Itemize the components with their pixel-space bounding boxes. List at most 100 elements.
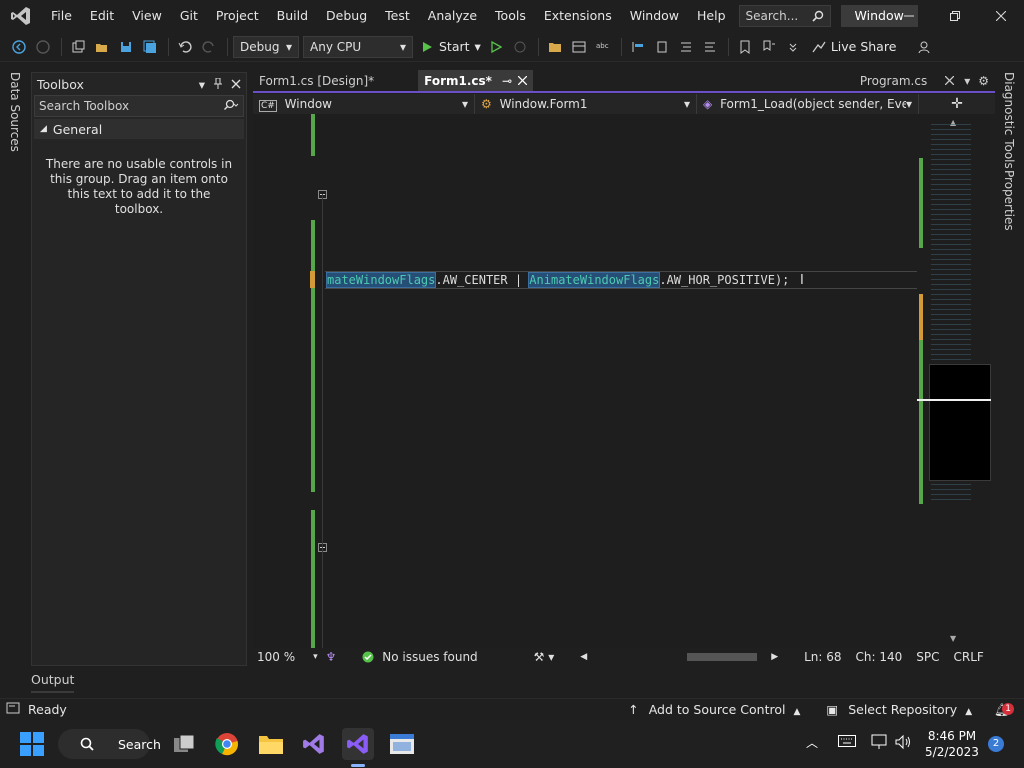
hot-reload-button[interactable] (509, 36, 531, 58)
task-view-button[interactable] (168, 728, 200, 760)
zoom-level[interactable]: 100 % (257, 650, 295, 664)
close-tab-icon[interactable] (944, 74, 955, 88)
tab-form1-design[interactable]: Form1.cs [Design]* (253, 70, 380, 91)
solution-configuration-dropdown[interactable]: Debug ▾ (233, 35, 299, 58)
pin-tab-icon[interactable]: ⊸ (502, 74, 512, 88)
tab-list-dropdown-icon[interactable]: ▾ (964, 74, 970, 88)
app-window-taskbar-button[interactable] (386, 728, 418, 760)
character-position[interactable]: Ch: 140 (856, 650, 903, 664)
project-dropdown[interactable]: C# Window ▾ (253, 94, 475, 114)
new-project-button[interactable] (67, 36, 89, 58)
vertical-scrollbar-minimap[interactable]: ▲ ▼ (917, 114, 991, 648)
class-dropdown[interactable]: ⚙ Window.Form1 ▾ (475, 94, 697, 114)
close-icon[interactable] (231, 77, 241, 92)
code-editor[interactable]: mateWindowFlags.AW_CENTER | AnimateWindo… (253, 114, 917, 648)
code-line[interactable]: mateWindowFlags.AW_CENTER | AnimateWindo… (325, 271, 917, 289)
add-to-source-control-button[interactable]: ↑ Add to Source Control ▲ (628, 702, 800, 717)
undo-button[interactable] (174, 36, 196, 58)
menu-debug[interactable]: Debug (317, 0, 376, 32)
open-file-button[interactable] (91, 36, 113, 58)
menu-analyze[interactable]: Analyze (419, 0, 486, 32)
chevron-down-icon[interactable]: ▾ (313, 652, 318, 662)
notification-center-badge[interactable]: 2 (988, 736, 1004, 752)
minimap-viewport[interactable] (929, 364, 991, 481)
layout-button[interactable] (568, 36, 590, 58)
notifications-button[interactable]: 🔔︎ 1 (994, 702, 1015, 718)
line-number[interactable]: Ln: 68 (804, 650, 841, 664)
split-window-icon[interactable]: ✛ (919, 96, 995, 112)
toolbox-search-input[interactable]: Search Toolbox (34, 95, 244, 117)
file-explorer-taskbar-button[interactable] (255, 728, 287, 760)
save-all-button[interactable] (139, 36, 161, 58)
visual-studio-logo-icon[interactable] (0, 0, 42, 32)
code-cleanup-icon[interactable]: ⚒ ▾ (534, 650, 555, 664)
uncomment-button[interactable] (699, 36, 721, 58)
menu-view[interactable]: View (123, 0, 171, 32)
tab-program-cs[interactable]: Program.cs ▾ ⚙ (854, 70, 995, 91)
visual-studio-code-taskbar-button[interactable] (298, 728, 330, 760)
left-tool-strip: Data Sources (0, 62, 30, 696)
save-button[interactable] (115, 36, 137, 58)
output-tab[interactable]: Output (31, 672, 75, 693)
menu-help[interactable]: Help (688, 0, 735, 32)
menu-build[interactable]: Build (268, 0, 317, 32)
bracket-button[interactable] (651, 36, 673, 58)
gear-icon[interactable]: ⚙ (978, 74, 989, 88)
scroll-left-icon[interactable]: ◀ (580, 652, 587, 662)
redo-button[interactable] (198, 36, 220, 58)
member-dropdown[interactable]: ◈ Form1_Load(object sender, EventA ▾ (697, 94, 919, 114)
start-debugging-button[interactable]: Start ▾ (417, 36, 485, 58)
live-share-button[interactable]: Live Share (812, 39, 896, 54)
close-button[interactable] (978, 0, 1024, 32)
chevron-up-icon[interactable]: ︿ (806, 734, 818, 751)
feedback-button[interactable] (914, 36, 936, 58)
bookmark-list-button[interactable] (758, 36, 780, 58)
bookmark-button[interactable] (734, 36, 756, 58)
maximize-button[interactable] (932, 0, 978, 32)
whitespace-mode[interactable]: SPC (916, 650, 939, 664)
menu-file[interactable]: File (42, 0, 81, 32)
taskbar-search-button[interactable]: Search (58, 729, 161, 759)
close-tab-icon[interactable] (517, 74, 528, 88)
comment-button[interactable] (675, 36, 697, 58)
keyboard-icon[interactable] (838, 734, 856, 751)
volume-icon[interactable] (895, 734, 913, 753)
menu-git[interactable]: Git (171, 0, 207, 32)
data-sources-tab[interactable]: Data Sources (8, 72, 22, 152)
menu-edit[interactable]: Edit (81, 0, 123, 32)
visual-studio-taskbar-button[interactable] (342, 728, 374, 760)
menu-project[interactable]: Project (207, 0, 268, 32)
solution-explorer-button[interactable] (544, 36, 566, 58)
diagnostic-tools-tab[interactable]: Diagnostic Tools (1002, 72, 1016, 169)
toolbox-group-general[interactable]: ◢ General (34, 119, 244, 139)
arrow-up-icon: ↑ (628, 702, 639, 717)
minimize-button[interactable] (886, 0, 932, 32)
taskbar-clock[interactable]: 8:46 PM 5/2/2023 (920, 728, 984, 760)
align-button[interactable] (627, 36, 649, 58)
tab-form1-cs[interactable]: Form1.cs* ⊸ (418, 70, 534, 91)
chrome-taskbar-button[interactable] (211, 728, 243, 760)
forward-button[interactable] (32, 36, 54, 58)
spell-check-button[interactable]: abc (592, 36, 614, 58)
menu-tools[interactable]: Tools (486, 0, 535, 32)
toolbar-overflow-button[interactable] (782, 36, 804, 58)
scroll-right-icon[interactable]: ▶ (771, 652, 778, 662)
menu-extensions[interactable]: Extensions (535, 0, 621, 32)
solution-platform-dropdown[interactable]: Any CPU ▾ (303, 35, 413, 58)
menu-test[interactable]: Test (376, 0, 419, 32)
horizontal-scrollbar-thumb[interactable] (687, 653, 758, 661)
search-input[interactable]: Search... (738, 5, 831, 27)
start-without-debugging-button[interactable] (485, 36, 507, 58)
scroll-down-icon[interactable]: ▼ (950, 634, 956, 643)
back-button[interactable] (8, 36, 30, 58)
menu-window[interactable]: Window (621, 0, 688, 32)
network-icon[interactable] (871, 734, 887, 753)
pin-icon[interactable] (213, 77, 223, 92)
intellicode-icon[interactable]: ♆ (326, 650, 337, 664)
select-repository-button[interactable]: ▣ Select Repository ▲ (826, 702, 972, 717)
issues-indicator[interactable]: No issues found (362, 650, 478, 664)
windows-start-button[interactable] (16, 728, 48, 760)
properties-tab[interactable]: Properties (1002, 170, 1016, 231)
panel-options-icon[interactable]: ▾ (199, 77, 205, 92)
line-ending[interactable]: CRLF (954, 650, 984, 664)
